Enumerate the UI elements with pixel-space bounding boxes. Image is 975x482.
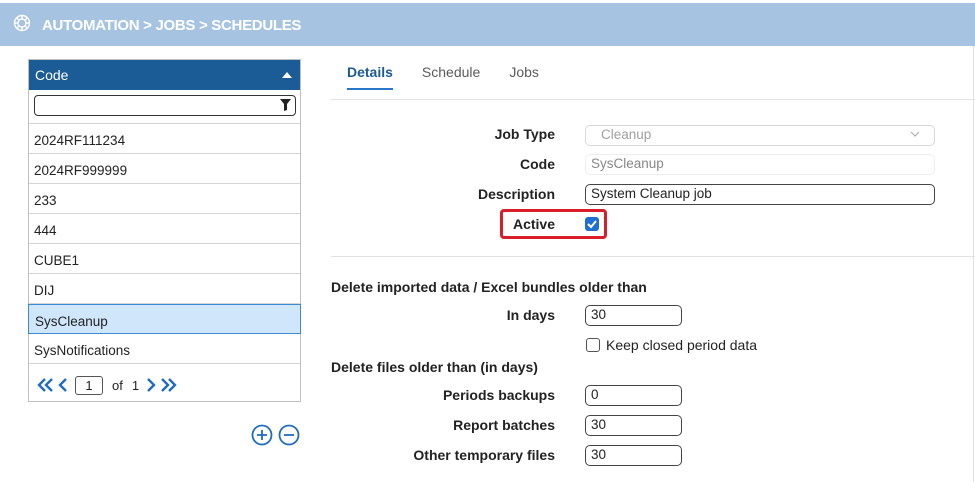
list-item-selected[interactable]: SysCleanup bbox=[28, 304, 301, 334]
remove-circle-icon[interactable] bbox=[278, 424, 300, 446]
pager: 1 of 1 bbox=[29, 364, 300, 399]
first-page-icon[interactable] bbox=[37, 378, 55, 392]
next-page-icon[interactable] bbox=[145, 378, 156, 392]
description-input[interactable]: System Cleanup job bbox=[585, 184, 935, 205]
checkbox-checked-icon bbox=[587, 220, 597, 229]
prev-page-icon[interactable] bbox=[58, 378, 69, 392]
pager-of-label: of bbox=[112, 377, 123, 393]
list-item[interactable]: 444 bbox=[29, 214, 300, 244]
report-batches-label: Report batches bbox=[453, 417, 555, 433]
last-page-icon[interactable] bbox=[159, 378, 177, 392]
code-field[interactable]: SysCleanup bbox=[585, 154, 935, 175]
breadcrumb: AUTOMATION > JOBS > SCHEDULES bbox=[42, 17, 302, 34]
filter-icon[interactable] bbox=[280, 99, 291, 111]
tab-schedule[interactable]: Schedule bbox=[422, 64, 480, 90]
page-number-input[interactable]: 1 bbox=[75, 375, 103, 395]
description-label: Description bbox=[477, 186, 555, 202]
other-temporary-files-label: Other temporary files bbox=[413, 447, 555, 463]
imported-data-title: Delete imported data / Excel bundles old… bbox=[331, 279, 647, 295]
filter-box bbox=[34, 95, 296, 116]
keep-closed-checkbox[interactable] bbox=[586, 338, 600, 352]
in-days-input[interactable]: 30 bbox=[585, 305, 682, 326]
list-item[interactable]: 233 bbox=[29, 184, 300, 214]
report-batches-input[interactable]: 30 bbox=[585, 415, 682, 436]
list-item[interactable]: 2024RF111234 bbox=[29, 124, 300, 154]
pager-total-pages: 1 bbox=[131, 377, 140, 393]
app-logo-icon bbox=[13, 14, 31, 32]
list-item[interactable]: SysNotifications bbox=[29, 334, 300, 364]
keep-closed-label: Keep closed period data bbox=[606, 337, 757, 353]
job-type-select[interactable]: Cleanup bbox=[585, 125, 935, 146]
divider bbox=[331, 99, 975, 100]
job-type-value: Cleanup bbox=[601, 127, 652, 142]
in-days-label: In days bbox=[506, 307, 555, 323]
filter-input[interactable] bbox=[39, 96, 277, 115]
scrollbar-track bbox=[973, 46, 974, 482]
periods-backups-input[interactable]: 0 bbox=[585, 385, 682, 406]
code-label: Code bbox=[520, 156, 555, 172]
divider bbox=[331, 256, 975, 257]
filter-row bbox=[29, 90, 300, 124]
active-label: Active bbox=[512, 216, 555, 232]
tab-details[interactable]: Details bbox=[347, 64, 393, 90]
tab-bar: Details Schedule Jobs bbox=[347, 64, 568, 90]
list-item[interactable]: CUBE1 bbox=[29, 244, 300, 274]
periods-backups-label: Periods backups bbox=[442, 387, 555, 403]
list-item[interactable]: DIJ bbox=[29, 274, 300, 304]
sort-ascending-icon[interactable] bbox=[282, 72, 292, 78]
title-bar: AUTOMATION > JOBS > SCHEDULES bbox=[0, 0, 975, 46]
add-remove-controls bbox=[251, 424, 300, 446]
add-circle-icon[interactable] bbox=[251, 424, 273, 446]
chevron-down-icon bbox=[910, 131, 920, 137]
tab-jobs[interactable]: Jobs bbox=[509, 64, 539, 90]
job-type-label: Job Type bbox=[494, 126, 555, 142]
code-column-header[interactable]: Code bbox=[29, 60, 300, 90]
active-checkbox[interactable] bbox=[585, 217, 599, 231]
other-temporary-files-input[interactable]: 30 bbox=[585, 445, 682, 466]
code-column-label: Code bbox=[35, 67, 69, 83]
files-title: Delete files older than (in days) bbox=[331, 359, 538, 375]
list-item[interactable]: 2024RF999999 bbox=[29, 154, 300, 184]
code-list: Code 2024RF111234 2024RF999999 233 444 C… bbox=[28, 59, 301, 402]
